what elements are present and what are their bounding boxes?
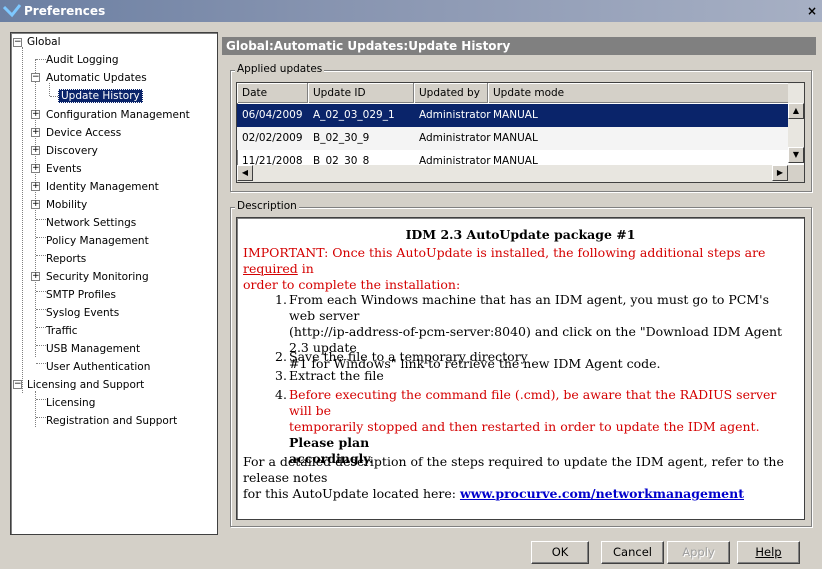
tree-item-traffic[interactable]: Traffic (44, 322, 80, 340)
title-bar: Preferences × (0, 0, 822, 22)
tree-item-syslog-events[interactable]: Syslog Events (44, 304, 121, 322)
ok-button[interactable]: OK (531, 541, 589, 564)
scroll-left-icon[interactable]: ◀ (237, 165, 253, 181)
scroll-corner (788, 165, 804, 182)
procurve-logo-icon (3, 4, 21, 18)
collapse-global-icon[interactable]: − (13, 38, 22, 47)
cancel-button[interactable]: Cancel (601, 541, 664, 564)
collapse-automatic-updates-icon[interactable]: − (31, 73, 40, 82)
tree-item-usb-management[interactable]: USB Management (44, 340, 142, 358)
tree-item-discovery[interactable]: Discovery (44, 142, 100, 160)
tree-item-licensing-and-support[interactable]: Licensing and Support (25, 376, 146, 394)
scroll-up-icon[interactable]: ▲ (788, 103, 804, 119)
list-item: 3. Extract the file (275, 368, 384, 383)
tree-item-security-monitoring[interactable]: Security Monitoring (44, 268, 151, 286)
tree-item-licensing[interactable]: Licensing (44, 394, 97, 412)
tree-item-policy-management[interactable]: Policy Management (44, 232, 151, 250)
network-management-link[interactable]: www.procurve.com/networkmanagement (460, 486, 744, 501)
list-item: 2. Save the file to a temporary directory (275, 349, 528, 364)
expand-device-access-icon[interactable]: + (31, 128, 40, 137)
table-row[interactable]: 06/04/2009 A_02_03_029_1 Administrator M… (237, 104, 788, 127)
important-notice: IMPORTANT: Once this AutoUpdate is insta… (243, 245, 766, 292)
tree-item-global[interactable]: Global (25, 33, 63, 51)
window-title: Preferences (24, 4, 106, 18)
scroll-down-icon[interactable]: ▼ (788, 147, 804, 163)
expand-mobility-icon[interactable]: + (31, 200, 40, 209)
tree-item-device-access[interactable]: Device Access (44, 124, 123, 142)
column-header-date[interactable]: Date (237, 83, 308, 103)
apply-button[interactable]: Apply (667, 541, 730, 564)
tree-item-smtp-profiles[interactable]: SMTP Profiles (44, 286, 118, 304)
release-notes-text: For a detailed description of the steps … (243, 454, 784, 501)
collapse-licensing-support-icon[interactable]: − (13, 380, 22, 389)
close-button[interactable]: × (804, 3, 820, 19)
tree-item-update-history[interactable]: Update History (58, 87, 143, 105)
tree-item-configuration-management[interactable]: Configuration Management (44, 106, 192, 124)
page-title: Global:Automatic Updates:Update History (222, 37, 816, 55)
description-title: IDM 2.3 AutoUpdate package #1 (405, 227, 636, 242)
expand-security-monitoring-icon[interactable]: + (31, 272, 40, 281)
column-header-updated-by[interactable]: Updated by (414, 83, 488, 103)
tree-item-registration-and-support[interactable]: Registration and Support (44, 412, 179, 430)
expand-events-icon[interactable]: + (31, 164, 40, 173)
table-header: Date Update ID Updated by Update mode (237, 83, 788, 103)
tree-item-network-settings[interactable]: Network Settings (44, 214, 138, 232)
updates-table[interactable]: Date Update ID Updated by Update mode 06… (236, 82, 805, 183)
applied-updates-legend: Applied updates (235, 63, 325, 75)
tree-item-audit-logging[interactable]: Audit Logging (44, 51, 121, 69)
tree-item-identity-management[interactable]: Identity Management (44, 178, 161, 196)
help-button[interactable]: Help (737, 541, 800, 564)
scroll-right-icon[interactable]: ▶ (772, 165, 788, 181)
horizontal-scrollbar[interactable]: ◀ ▶ (237, 165, 788, 182)
expand-configuration-management-icon[interactable]: + (31, 110, 40, 119)
tree-item-user-authentication[interactable]: User Authentication (44, 358, 152, 376)
tree-item-mobility[interactable]: Mobility (44, 196, 89, 214)
description-pane: IDM 2.3 AutoUpdate package #1 IMPORTANT:… (236, 217, 805, 520)
column-header-update-id[interactable]: Update ID (308, 83, 414, 103)
tree-item-automatic-updates[interactable]: Automatic Updates (44, 69, 149, 87)
expand-identity-management-icon[interactable]: + (31, 182, 40, 191)
tree-item-events[interactable]: Events (44, 160, 84, 178)
vertical-scrollbar[interactable]: ▲ ▼ (788, 83, 804, 163)
preferences-tree[interactable]: − Global Audit Logging − Automatic Updat… (10, 32, 218, 535)
tree-item-reports[interactable]: Reports (44, 250, 88, 268)
description-legend: Description (235, 200, 299, 212)
expand-discovery-icon[interactable]: + (31, 146, 40, 155)
table-row[interactable]: 02/02/2009 B_02_30_9 Administrator MANUA… (237, 127, 788, 150)
column-header-update-mode[interactable]: Update mode (488, 83, 788, 103)
